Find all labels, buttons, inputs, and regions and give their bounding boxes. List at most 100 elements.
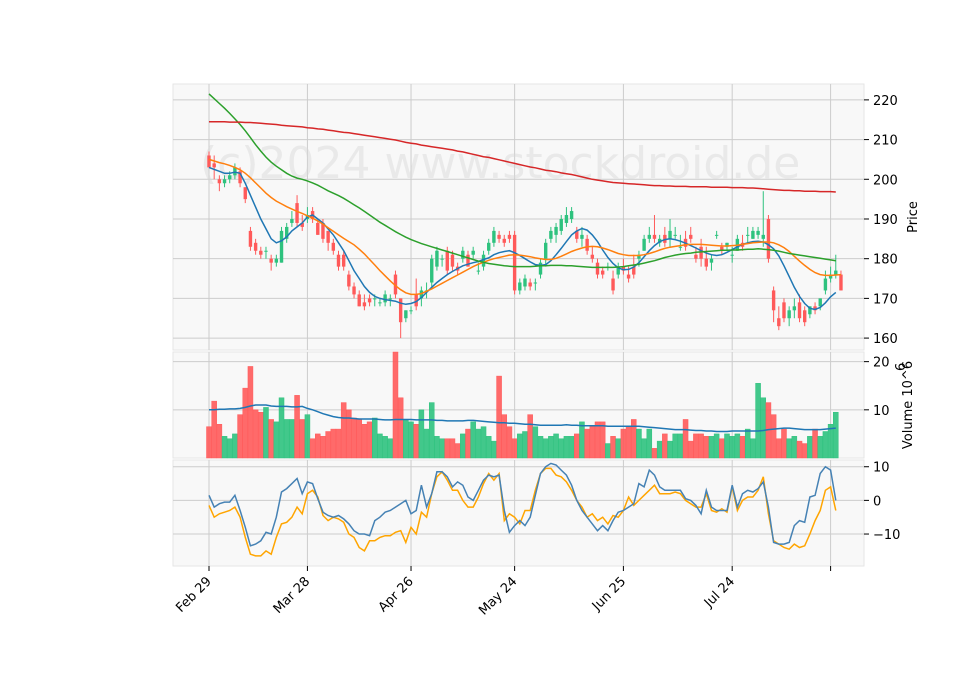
- candle: [279, 226, 284, 263]
- candle-body: [839, 274, 843, 291]
- volume-bar: [719, 438, 725, 459]
- volume-bar: [750, 438, 756, 459]
- volume-bar: [563, 436, 570, 459]
- volume-bar: [786, 438, 792, 459]
- volume-bar: [382, 436, 388, 459]
- volume-bar: [625, 426, 632, 459]
- volume-bar: [760, 397, 767, 459]
- candle-body: [564, 215, 569, 223]
- volume-bar: [651, 448, 658, 459]
- volume-bar: [221, 436, 228, 459]
- volume-bar: [465, 428, 471, 459]
- candle-body: [450, 254, 455, 267]
- candle-body: [569, 211, 574, 219]
- candle-body: [549, 230, 553, 239]
- volume-bar: [361, 424, 368, 459]
- candle-body: [295, 203, 299, 223]
- candle-body: [341, 254, 346, 267]
- volume-bar: [817, 436, 823, 459]
- volume-bar: [532, 426, 539, 459]
- candle-body: [440, 258, 444, 260]
- volume-bar: [377, 433, 383, 459]
- candle-body: [642, 238, 646, 251]
- candle-body: [782, 302, 786, 319]
- volume-bar: [485, 436, 492, 459]
- y-tick-label: 210: [873, 134, 898, 149]
- volume-bar: [568, 436, 575, 459]
- candle-body: [430, 258, 434, 283]
- candle-body: [336, 254, 341, 267]
- price-axis-label: Price: [906, 201, 921, 233]
- volume-bar: [812, 428, 818, 459]
- volume-axis-label: Volume 10^6: [901, 361, 916, 449]
- volume-bar: [252, 409, 259, 459]
- candle-body: [217, 179, 222, 184]
- volume-bar: [553, 433, 559, 459]
- volume-bar: [791, 436, 798, 459]
- volume-bar: [460, 433, 466, 459]
- volume-bar: [289, 419, 295, 459]
- volume-bar: [335, 428, 342, 459]
- candle-body: [274, 258, 279, 263]
- candle-body: [378, 302, 382, 304]
- candle-body: [388, 298, 392, 300]
- candle-body: [222, 179, 227, 184]
- volume-bar: [439, 438, 445, 459]
- candle-body: [823, 278, 828, 291]
- candle-body: [756, 230, 760, 235]
- candle-body: [507, 234, 512, 239]
- volume-bar: [755, 383, 761, 459]
- candle-body: [207, 155, 211, 168]
- candle-body: [409, 310, 413, 312]
- volume-bar: [594, 421, 601, 459]
- volume-bar: [796, 440, 803, 459]
- volume-bar: [527, 414, 533, 459]
- y-tick-label: 10: [873, 461, 890, 476]
- candle-body: [362, 302, 367, 307]
- volume-bar: [304, 414, 311, 459]
- candle-body: [538, 262, 543, 275]
- candle: [430, 254, 434, 287]
- candle-body: [647, 234, 651, 239]
- candle: [766, 215, 771, 263]
- volume-bar: [620, 428, 627, 459]
- candle: [512, 230, 517, 295]
- volume-bar: [299, 419, 305, 459]
- candle-body: [590, 254, 595, 259]
- volume-bar: [480, 426, 487, 459]
- volume-bar: [822, 431, 829, 459]
- candle-body: [751, 230, 755, 239]
- candle-body: [523, 278, 527, 287]
- candle-body: [761, 234, 765, 239]
- volume-bar: [470, 421, 476, 459]
- volume-bar: [434, 436, 440, 459]
- candle-body: [673, 234, 677, 236]
- candle-body: [709, 258, 714, 263]
- volume-bar: [392, 351, 399, 459]
- candle-body: [290, 218, 294, 223]
- candle-body: [461, 250, 465, 259]
- candle-body: [714, 234, 719, 236]
- volume-bar: [698, 433, 704, 459]
- volume-bar: [418, 409, 425, 459]
- candle-body: [492, 230, 496, 243]
- volume-bar: [206, 426, 212, 459]
- candle-body: [279, 230, 284, 263]
- candle-body: [559, 218, 563, 231]
- volume-bar: [501, 414, 508, 459]
- y-tick-label: 10: [873, 404, 890, 419]
- volume-bar: [511, 438, 518, 459]
- candle-body: [248, 230, 253, 247]
- candle-body: [554, 226, 558, 235]
- candle-body: [445, 250, 449, 271]
- volume-panel: 1020 6 Volume 10^6: [172, 351, 916, 459]
- volume-bar: [610, 436, 616, 459]
- candle-body: [228, 175, 232, 180]
- candle-body: [766, 218, 771, 259]
- volume-bar: [444, 438, 451, 459]
- volume-bar: [781, 428, 787, 459]
- volume-bar: [517, 433, 523, 459]
- y-tick-label: 160: [873, 332, 898, 347]
- volume-bar: [729, 436, 735, 459]
- volume-bar: [247, 366, 254, 459]
